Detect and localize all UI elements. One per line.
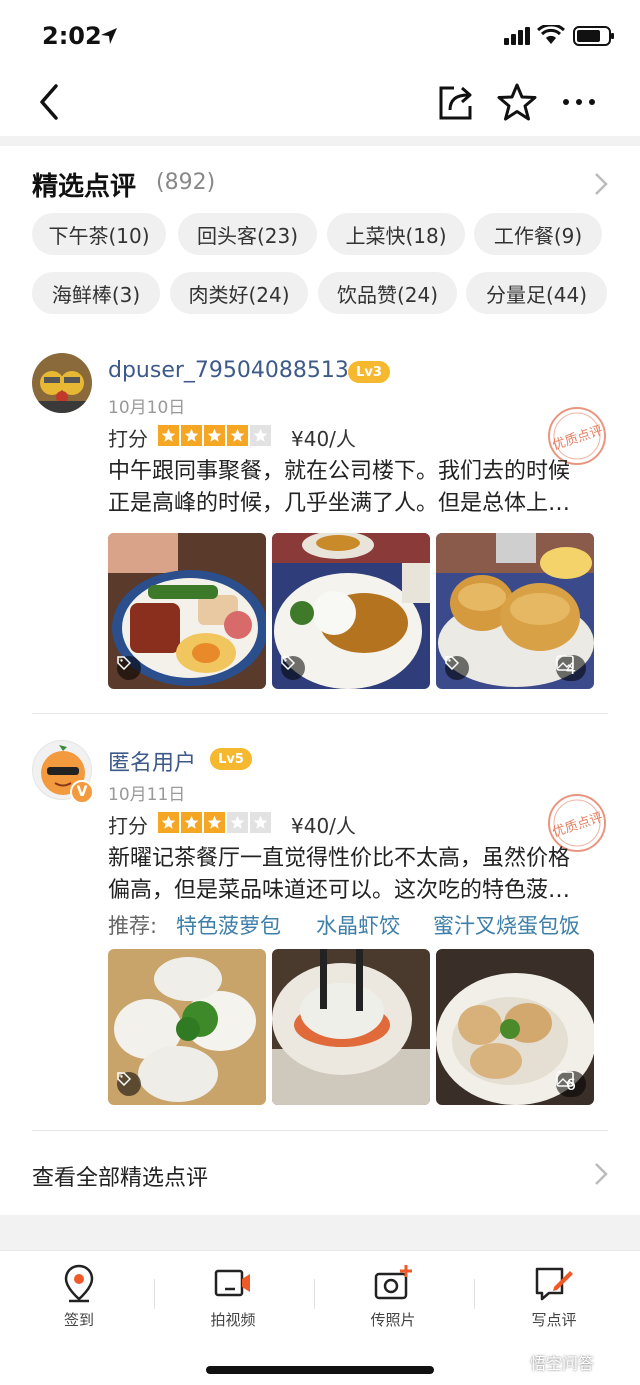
review-text-line: 新曜记茶餐厅一直觉得性价比不太高，虽然价格: [108, 846, 571, 871]
separator-band: [0, 1215, 640, 1250]
username[interactable]: 匿名用户: [108, 745, 196, 777]
battery-icon: [573, 26, 614, 46]
tag-icon: [445, 656, 469, 680]
review-text-line: 偏高，但是菜品味道还可以。这次吃的特色菠…: [108, 878, 571, 903]
divider: [474, 1279, 475, 1309]
write-review-icon: [535, 1267, 573, 1301]
star-empty-icon: [250, 812, 271, 833]
photo-count-badge: 6: [555, 1071, 586, 1097]
review-tag[interactable]: 海鲜棒(3): [32, 272, 160, 314]
review-tag[interactable]: 分量足(44): [466, 272, 607, 314]
review-text-line: 中午跟同事聚餐，就在公司楼下。我们去的时候: [108, 459, 571, 484]
star-filled-icon: [181, 812, 202, 833]
watermark-text: 悟空问答: [530, 1354, 595, 1373]
location-pin-icon: [64, 1264, 94, 1303]
tab-write-review[interactable]: 写点评: [504, 1263, 604, 1333]
tab-check-in[interactable]: 签到: [29, 1263, 129, 1333]
star-rating: [158, 812, 271, 833]
status-time: 2:02: [42, 22, 102, 50]
review-count: (892): [156, 170, 216, 195]
tab-label: 拍视频: [210, 1311, 256, 1329]
price-per-person: ¥40/人: [291, 427, 356, 451]
divider: [154, 1279, 155, 1309]
review-text-line: 正是高峰的时候，几乎坐满了人。但是总体上…: [108, 491, 571, 516]
tab-shoot-video[interactable]: 拍视频: [183, 1263, 283, 1333]
verified-badge: V: [70, 780, 94, 804]
watermark: 悟空问答: [508, 1350, 594, 1374]
photo-upload-icon: [374, 1265, 412, 1300]
tag-icon: [117, 656, 141, 680]
chevron-right-icon[interactable]: [594, 172, 608, 196]
tag-icon: [281, 656, 305, 680]
review-tag[interactable]: 饮品赞(24): [318, 272, 457, 314]
star-filled-icon: [158, 812, 179, 833]
wifi-icon: [537, 25, 565, 44]
review-tag[interactable]: 下午茶(10): [32, 213, 166, 255]
status-bar: 2:02: [0, 0, 640, 70]
review-tag[interactable]: 回头客(23): [178, 213, 317, 255]
video-camera-icon: [214, 1269, 250, 1297]
review-tag[interactable]: 上菜快(18): [327, 213, 465, 255]
rating-label: 打分: [108, 814, 148, 838]
star-filled-icon: [158, 425, 179, 446]
divider: [32, 713, 608, 714]
review-photo[interactable]: [272, 533, 430, 689]
home-indicator[interactable]: [206, 1366, 434, 1374]
star-filled-icon: [204, 425, 225, 446]
see-all-reviews-link[interactable]: 查看全部精选点评: [32, 1160, 208, 1192]
review-date: 10月11日: [108, 785, 186, 805]
rating-label: 打分: [108, 427, 148, 451]
review-photo[interactable]: 6: [436, 949, 594, 1105]
star-empty-icon: [227, 812, 248, 833]
nav-bar: [0, 70, 640, 136]
review-photo[interactable]: 4: [436, 533, 594, 689]
tab-label: 写点评: [531, 1311, 577, 1329]
cellular-signal-icon: [504, 27, 530, 45]
image-icon: [556, 655, 574, 671]
watermark-logo-icon: [508, 1353, 526, 1371]
image-icon: [556, 1071, 574, 1087]
review-tag[interactable]: 工作餐(9): [474, 213, 602, 255]
username[interactable]: dpuser_79504088513: [108, 358, 349, 383]
level-badge: Lv3: [348, 361, 390, 383]
back-arrow-icon[interactable]: [30, 82, 70, 122]
star-filled-icon: [181, 425, 202, 446]
tab-label: 签到: [63, 1311, 94, 1329]
favorite-star-icon[interactable]: [496, 82, 538, 122]
review-photo[interactable]: [108, 533, 266, 689]
tab-label: 传照片: [370, 1311, 416, 1329]
divider: [314, 1279, 315, 1309]
star-rating: [158, 425, 271, 446]
recommend-dish-link[interactable]: 水晶虾饺: [316, 910, 400, 940]
recommend-label: 推荐:: [108, 914, 158, 938]
share-icon[interactable]: [436, 82, 476, 122]
section-title: 精选点评: [32, 172, 137, 202]
review-date: 10月10日: [108, 398, 186, 418]
chevron-right-icon[interactable]: [594, 1162, 608, 1186]
svg-text:优质点评: 优质点评: [551, 423, 605, 453]
star-empty-icon: [250, 425, 271, 446]
level-badge: Lv5: [210, 748, 252, 770]
review-photo[interactable]: [108, 949, 266, 1105]
tag-icon: [117, 1072, 141, 1096]
review-tag[interactable]: 肉类好(24): [170, 272, 308, 314]
review-photo[interactable]: [272, 949, 430, 1105]
location-arrow-icon: [101, 28, 117, 44]
recommend-dish-link[interactable]: 蜜汁叉烧蛋包饭: [433, 910, 580, 940]
separator-band: [0, 136, 640, 146]
tab-upload-photo[interactable]: 传照片: [343, 1263, 443, 1333]
star-filled-icon: [227, 425, 248, 446]
svg-text:优质点评: 优质点评: [551, 810, 605, 840]
photo-count-badge: 4: [555, 655, 586, 681]
avatar[interactable]: [32, 353, 92, 413]
price-per-person: ¥40/人: [291, 814, 356, 838]
more-options-icon[interactable]: [560, 82, 600, 122]
recommend-dish-link[interactable]: 特色菠萝包: [176, 910, 281, 940]
star-filled-icon: [204, 812, 225, 833]
divider: [32, 1130, 608, 1131]
